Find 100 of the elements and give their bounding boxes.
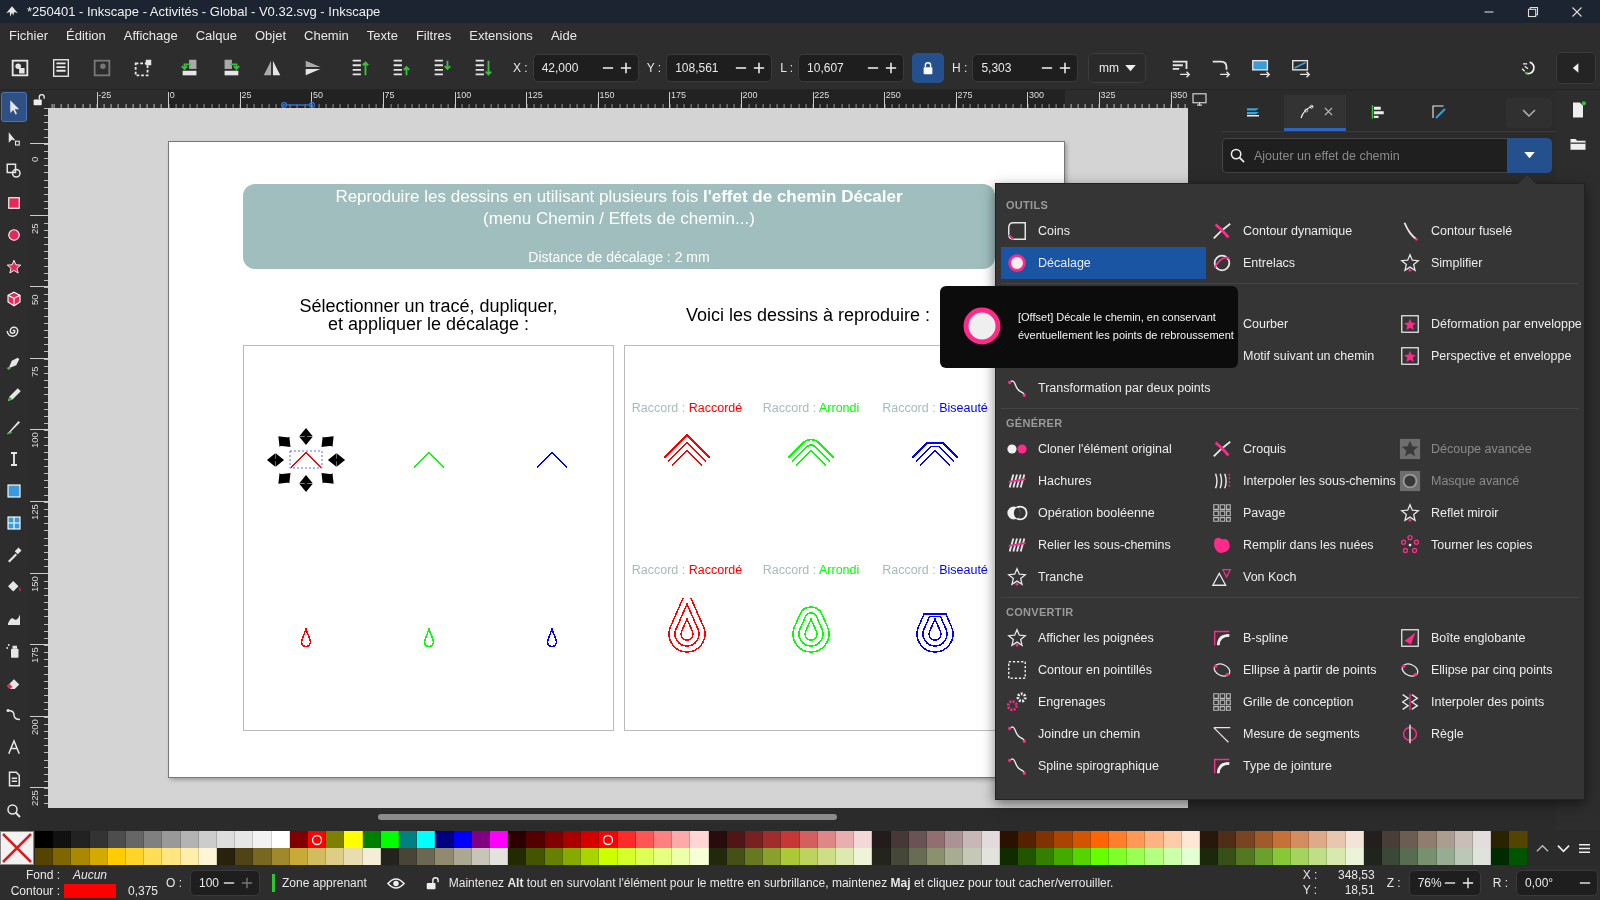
- ruler-label: 125: [527, 90, 543, 100]
- effect-item[interactable]: Entrelacs: [1206, 247, 1394, 279]
- effect-item[interactable]: Spline spirographique: [1001, 750, 1206, 782]
- effect-item[interactable]: Relier les sous-chemins: [1001, 529, 1206, 561]
- effect-item[interactable]: Simplifier: [1394, 247, 1580, 279]
- field-label: H :: [952, 61, 968, 75]
- ruler-label: 325: [1100, 90, 1116, 100]
- menu-item[interactable]: Édition: [57, 27, 115, 43]
- field-label: Y :: [646, 61, 662, 75]
- menu-item[interactable]: Extensions: [460, 27, 542, 43]
- effect-item[interactable]: Type de jointure: [1206, 750, 1394, 782]
- effect-item[interactable]: Pavage: [1206, 497, 1394, 529]
- effect-item[interactable]: Opération booléenne: [1001, 497, 1206, 529]
- effect-item[interactable]: Grille de conception: [1206, 686, 1394, 718]
- effect-item[interactable]: Boîte englobante: [1394, 622, 1580, 654]
- effect-item[interactable]: Contour dynamique: [1206, 215, 1394, 247]
- instruction-text: Reproduire les dessins en utilisant plusieurs fois l'effet de chemin Décaler (menu Chemin / Effets de chemin...): [334, 186, 904, 230]
- effect-item[interactable]: Décalage: [1001, 247, 1206, 279]
- effect-item[interactable]: Contour en pointillés: [1001, 654, 1206, 686]
- effect-item[interactable]: Contour fuselé: [1394, 215, 1580, 247]
- ruler-label: 100: [456, 90, 472, 100]
- effect-item[interactable]: Afficher les poignées: [1001, 622, 1206, 654]
- ruler-label: 150: [599, 90, 615, 100]
- cursor-y-value: 18,51: [1343, 883, 1375, 898]
- effect-item[interactable]: Perspective et enveloppe: [1394, 340, 1580, 372]
- ruler-label: 25: [241, 90, 252, 100]
- effect-item[interactable]: Engrenages: [1001, 686, 1206, 718]
- join-caption: Raccord : Arrondi: [762, 400, 860, 416]
- search-field[interactable]: Ajouter un effet de chemin: [1222, 138, 1507, 173]
- effect-item[interactable]: Joindre un chemin: [1001, 718, 1206, 750]
- field-label: X :: [513, 61, 528, 75]
- section-heading: CONVERTIR: [1005, 605, 1075, 620]
- effect-item[interactable]: Interpoler les sous-chemins: [1206, 465, 1394, 497]
- ruler-label: 350: [1172, 90, 1188, 100]
- ruler-label: 0: [29, 156, 40, 162]
- cursor-x-label: X :: [1302, 868, 1319, 883]
- opacity-label: O :: [166, 876, 182, 890]
- effect-item[interactable]: Déformation par enveloppe: [1394, 308, 1580, 340]
- join-caption: Raccord : Biseauté: [882, 400, 988, 416]
- effect-item[interactable]: Reflet miroir: [1394, 497, 1580, 529]
- ruler-label: 275: [957, 90, 973, 100]
- ruler-label: 250: [885, 90, 901, 100]
- menu-item[interactable]: Calque: [186, 27, 246, 43]
- effect-item[interactable]: Ellipse à partir de points: [1206, 654, 1394, 686]
- ruler-label: -25: [98, 90, 112, 100]
- opacity-field[interactable]: 100: [190, 870, 260, 896]
- effect-item[interactable]: Hachures: [1001, 465, 1206, 497]
- effect-item[interactable]: Cloner l'élément original: [1001, 433, 1206, 465]
- ruler-label: 125: [29, 504, 40, 520]
- menu-item[interactable]: Affichage: [114, 27, 187, 43]
- ruler-label: 225: [814, 90, 830, 100]
- ruler-label: 300: [1029, 90, 1045, 100]
- ruler-label: 25: [29, 223, 40, 234]
- unit-dropdown[interactable]: mm: [1088, 53, 1147, 83]
- effect-item[interactable]: Ellipse par cinq points: [1394, 654, 1580, 686]
- ruler-label: 150: [29, 575, 40, 592]
- number-field[interactable]: 10,607: [798, 54, 905, 82]
- offset-distance-text: Distance de décalage : 2 mm: [527, 248, 711, 266]
- menu-item[interactable]: Aide: [541, 27, 586, 43]
- effect-item[interactable]: B-spline: [1206, 622, 1394, 654]
- stroke-width: 0,375: [127, 884, 160, 898]
- effect-item[interactable]: Interpoler des points: [1394, 686, 1580, 718]
- stroke-label: Contour :: [9, 884, 61, 898]
- fill-value[interactable]: Aucun: [64, 868, 116, 882]
- zoom-field[interactable]: 76%: [1408, 870, 1481, 896]
- effect-item[interactable]: Croquis: [1206, 433, 1394, 465]
- cursor-x-value: 348,53: [1336, 868, 1375, 883]
- ruler-label: 175: [29, 647, 40, 664]
- right-heading: Voici les dessins à reproduire :: [686, 304, 931, 326]
- number-field[interactable]: 5,303: [972, 54, 1079, 82]
- menu-item[interactable]: Fichier: [0, 27, 57, 43]
- window-title: *250401 - Inkscape - Activités - Global - V0.32.svg - Inkscape: [27, 4, 381, 19]
- join-caption: Raccord : Raccordé: [631, 400, 743, 416]
- menu-item[interactable]: Objet: [245, 27, 295, 43]
- effect-item[interactable]: Tranche: [1001, 561, 1206, 593]
- effect-item[interactable]: Mesure de segments: [1206, 718, 1394, 750]
- effect-item[interactable]: Tourner les copies: [1394, 529, 1580, 561]
- tooltip-text: [Offset] Décale le chemin, en conservant éventuellement les points de rebroussement: [1018, 310, 1235, 343]
- rotation-field[interactable]: 0,00°: [1516, 870, 1598, 896]
- effect-item[interactable]: Von Koch: [1206, 561, 1394, 593]
- menu-item[interactable]: Filtres: [406, 27, 461, 43]
- ruler-label: 50: [313, 90, 323, 100]
- menu-item[interactable]: Chemin: [295, 27, 358, 43]
- ruler-label: 225: [29, 790, 40, 807]
- join-caption: Raccord : Arrondi: [762, 562, 860, 578]
- effect-item[interactable]: Remplir dans les nuées: [1206, 529, 1394, 561]
- layer-name[interactable]: Zone apprenant: [282, 876, 367, 890]
- effect-item[interactable]: Coins: [1001, 215, 1206, 247]
- ruler-label: 50: [29, 294, 40, 306]
- fill-label: Fond :: [24, 868, 61, 882]
- ruler-label: 175: [671, 90, 687, 100]
- number-field[interactable]: 108,561: [666, 54, 773, 82]
- ruler-label: 100: [29, 432, 40, 449]
- number-field[interactable]: 42,000: [532, 54, 639, 82]
- menu-item[interactable]: Texte: [357, 27, 407, 43]
- effect-item[interactable]: Règle: [1394, 718, 1580, 750]
- section-heading: OUTILS: [1005, 198, 1050, 213]
- join-caption: Raccord : Raccordé: [631, 562, 743, 578]
- cursor-y-label: Y :: [1302, 883, 1319, 898]
- status-message: Maintenez Alt tout en survolant l'élément pour le mettre en surbrillance, maintenez Maj et cliquez pour tout cacher/verrouiller.: [448, 876, 1114, 890]
